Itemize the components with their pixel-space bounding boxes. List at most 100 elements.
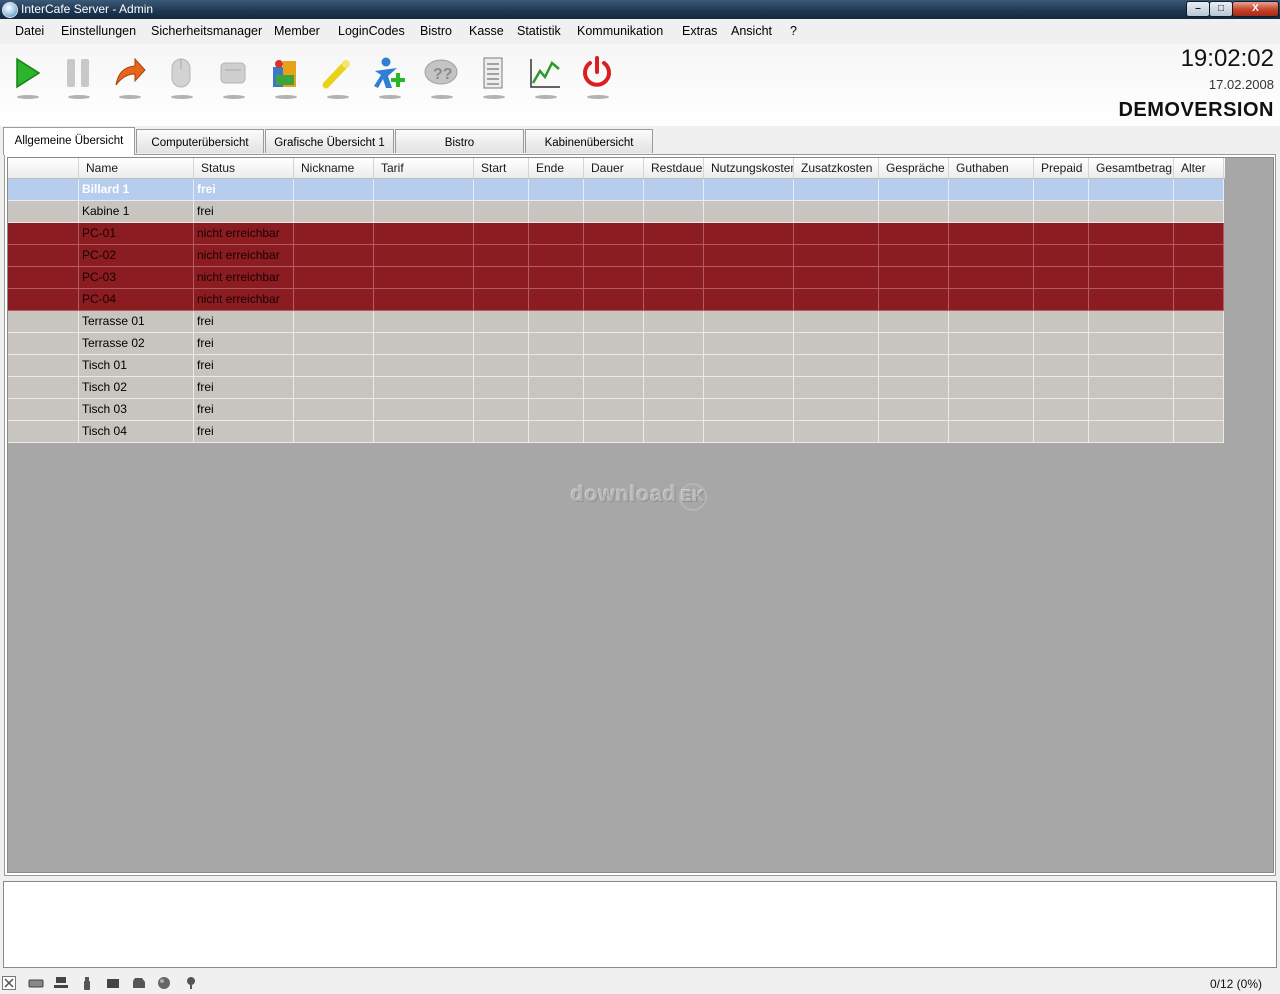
table-row[interactable]: Billard 1 frei — [8, 179, 1224, 201]
menu-bistro[interactable]: Bistro — [420, 24, 452, 38]
cell-empty — [794, 333, 879, 355]
header-cell-nickname[interactable]: Nickname — [294, 158, 374, 178]
table-row[interactable]: Terrasse 02 frei — [8, 333, 1224, 355]
cell-name: Tisch 02 — [79, 377, 194, 399]
header-cell-dauer[interactable]: Dauer — [584, 158, 644, 178]
cell-empty — [1089, 245, 1174, 267]
cell-empty — [294, 245, 374, 267]
cell-empty — [474, 333, 529, 355]
cell-empty — [8, 377, 79, 399]
message-log[interactable] — [3, 881, 1277, 968]
header-cell-guthaben[interactable]: Guthaben — [949, 158, 1034, 178]
header-cell-gespräche[interactable]: Gespräche — [879, 158, 949, 178]
tab-allgemeine-uebersicht[interactable]: Allgemeine Übersicht — [3, 127, 135, 155]
cell-status: frei — [194, 311, 294, 333]
keyboard-icon[interactable] — [28, 976, 44, 990]
header-cell-start[interactable]: Start — [474, 158, 529, 178]
cell-empty — [1089, 267, 1174, 289]
table-row[interactable]: Terrasse 01 frei — [8, 311, 1224, 333]
cell-empty — [584, 201, 644, 223]
menu-kommunikation[interactable]: Kommunikation — [577, 24, 663, 38]
bottle-icon[interactable] — [81, 976, 95, 990]
webcam-icon[interactable] — [184, 976, 198, 990]
cell-empty — [879, 179, 949, 201]
tab-grafische-uebersicht[interactable]: Grafische Übersicht 1 — [265, 129, 394, 153]
header-cell-ende[interactable]: Ende — [529, 158, 584, 178]
bistro-icon[interactable] — [267, 55, 303, 99]
cell-empty — [584, 289, 644, 311]
cell-empty — [584, 267, 644, 289]
add-user-icon[interactable] — [371, 55, 407, 99]
cell-empty — [704, 311, 794, 333]
table-row[interactable]: Kabine 1 frei — [8, 201, 1224, 223]
cell-empty — [474, 223, 529, 245]
key-icon[interactable] — [319, 55, 355, 99]
cell-empty — [474, 289, 529, 311]
menu-einstellungen[interactable]: Einstellungen — [61, 24, 136, 38]
list-icon[interactable] — [475, 55, 511, 99]
cell-empty — [1174, 311, 1224, 333]
cell-status: nicht erreichbar — [194, 289, 294, 311]
header-cell-prepaid[interactable]: Prepaid — [1034, 158, 1089, 178]
disk-icon[interactable] — [132, 976, 146, 990]
cell-empty — [529, 377, 584, 399]
table-row[interactable]: Tisch 02 frei — [8, 377, 1224, 399]
menu-kasse[interactable]: Kasse — [469, 24, 504, 38]
menu-logincodes[interactable]: LoginCodes — [338, 24, 405, 38]
status-counter: 0/12 (0%) — [1209, 977, 1262, 991]
cell-empty — [529, 421, 584, 443]
menu-statistik[interactable]: Statistik — [517, 24, 561, 38]
header-cell-zusatzkosten[interactable]: Zusatzkosten — [794, 158, 879, 178]
mouse-icon[interactable] — [163, 55, 199, 99]
cell-empty — [794, 311, 879, 333]
header-cell-gesamtbetrag[interactable]: Gesamtbetrag — [1089, 158, 1174, 178]
menu-ansicht[interactable]: Ansicht — [731, 24, 772, 38]
close-icon[interactable] — [2, 976, 16, 990]
cell-empty — [794, 267, 879, 289]
table-row[interactable]: PC-02 nicht erreichbar — [8, 245, 1224, 267]
menu-sicherheitsmanager[interactable]: Sicherheitsmanager — [151, 24, 262, 38]
redirect-arrow-icon[interactable] — [111, 55, 147, 99]
minimize-button[interactable]: – — [1186, 1, 1210, 17]
cell-empty — [644, 421, 704, 443]
pause-icon[interactable] — [60, 55, 96, 99]
table-row[interactable]: Tisch 01 frei — [8, 355, 1224, 377]
header-cell-status[interactable]: Status — [194, 158, 294, 178]
maximize-button[interactable]: □ — [1209, 1, 1233, 17]
close-window-button[interactable]: X — [1232, 1, 1279, 17]
help-icon[interactable]: ?? — [423, 55, 459, 99]
cell-status: frei — [194, 421, 294, 443]
menu-member[interactable]: Member — [274, 24, 320, 38]
menu-datei[interactable]: Datei — [15, 24, 44, 38]
printer-icon[interactable] — [106, 976, 120, 990]
table-row[interactable]: PC-01 nicht erreichbar — [8, 223, 1224, 245]
header-cell-tarif[interactable]: Tarif — [374, 158, 474, 178]
header-cell-name[interactable]: Name — [79, 158, 194, 178]
table-row[interactable]: PC-03 nicht erreichbar — [8, 267, 1224, 289]
table-row[interactable]: Tisch 04 frei — [8, 421, 1224, 443]
header-cell-selector[interactable] — [8, 158, 79, 178]
message-icon[interactable] — [215, 55, 251, 99]
header-cell-alter[interactable]: Alter — [1174, 158, 1224, 178]
header-cell-nutzungskosten[interactable]: Nutzungskosten — [704, 158, 794, 178]
cell-empty — [704, 267, 794, 289]
globe-icon[interactable] — [157, 976, 171, 990]
play-icon[interactable] — [9, 55, 45, 99]
power-icon[interactable] — [579, 55, 615, 99]
cell-empty — [584, 311, 644, 333]
tab-computeruebersicht[interactable]: Computerübersicht — [136, 129, 264, 153]
network-icon[interactable] — [53, 976, 69, 990]
menu-extras[interactable]: Extras — [682, 24, 717, 38]
cell-empty — [8, 179, 79, 201]
menu-help[interactable]: ? — [790, 24, 797, 38]
tab-kabinenuebersicht[interactable]: Kabinenübersicht — [525, 129, 653, 153]
station-grid[interactable]: Name Status Nickname Tarif Start Ende Dauer Res… — [7, 157, 1274, 873]
table-row[interactable]: Tisch 03 frei — [8, 399, 1224, 421]
cell-empty — [1174, 399, 1224, 421]
header-cell-restdauer[interactable]: Restdauer — [644, 158, 704, 178]
chart-icon[interactable] — [527, 55, 563, 99]
tab-bistro[interactable]: Bistro — [395, 129, 524, 153]
cell-empty — [584, 223, 644, 245]
table-row[interactable]: PC-04 nicht erreichbar — [8, 289, 1224, 311]
cell-empty — [794, 179, 879, 201]
